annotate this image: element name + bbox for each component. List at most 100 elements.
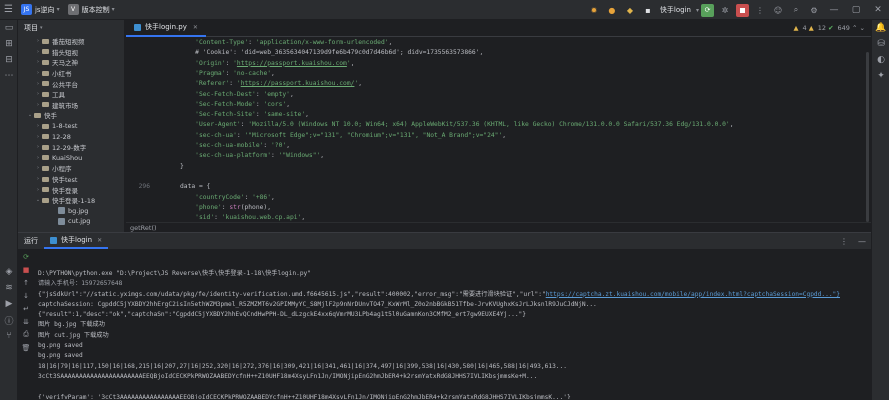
tree-item[interactable]: ⌄ 快手 xyxy=(18,110,124,121)
close-icon[interactable]: ✕ xyxy=(97,237,102,244)
chevron-down-icon[interactable]: ⌄ xyxy=(34,197,42,203)
code-line[interactable]: 'Origin': 'https://passport.kuaishou.com… xyxy=(126,59,866,69)
tree-item[interactable]: › 快手test xyxy=(18,174,124,185)
bug-icon[interactable]: ✹ xyxy=(587,3,601,17)
ai-assistant-icon[interactable]: ✦ xyxy=(872,68,889,84)
python-packages-icon[interactable]: ◈ xyxy=(0,264,18,280)
tab-kuaishou-login[interactable]: 快手login.py ✕ xyxy=(126,20,206,37)
chevron-right-icon[interactable]: › xyxy=(34,102,42,108)
inspection-widget[interactable]: ▲ 4 ▲ 12 ✔ 649 ⌃ ⌄ xyxy=(793,24,865,32)
chevron-right-icon[interactable]: › xyxy=(34,187,42,193)
project-name[interactable]: js逆向 xyxy=(35,5,55,15)
vcs-badge[interactable]: V xyxy=(67,4,79,15)
chevron-right-icon[interactable]: › xyxy=(34,70,42,76)
search-icon[interactable]: ⌕ xyxy=(789,3,803,17)
git-icon[interactable]: ⑂ xyxy=(0,328,18,344)
tree-item[interactable]: › 建筑市场 xyxy=(18,100,124,111)
tree-item[interactable]: › 12-28 xyxy=(18,131,124,142)
code-line[interactable]: 'countryCode': '+86', xyxy=(126,193,866,203)
chevron-right-icon[interactable]: › xyxy=(34,59,42,65)
tree-item[interactable]: › KuaiShou xyxy=(18,153,124,164)
editor-scrollbar[interactable] xyxy=(866,52,869,222)
run-config-selector[interactable]: 快手login xyxy=(660,5,691,15)
tree-item[interactable]: cut.jpg xyxy=(18,216,124,227)
code-line[interactable]: 'Sec-Fetch-Mode': 'cors', xyxy=(126,100,866,110)
code-line[interactable]: 'Sec-Fetch-Dest': 'empty', xyxy=(126,90,866,100)
console-output[interactable]: D:\PYTHON\python.exe "D:\Project\JS Reve… xyxy=(38,269,868,399)
wrap-icon[interactable]: ↵ xyxy=(18,302,34,315)
tree-item[interactable]: › 天马之神 xyxy=(18,57,124,68)
structure-icon[interactable]: ⊟ xyxy=(0,52,18,68)
tree-item[interactable]: › 快手登录 xyxy=(18,184,124,195)
python-icon[interactable]: ◆ xyxy=(623,3,637,17)
more-icon[interactable]: ⋮ xyxy=(753,3,767,17)
run-tab[interactable]: 快手login ✕ xyxy=(44,233,109,249)
chevron-right-icon[interactable]: › xyxy=(34,165,42,171)
settings-icon[interactable]: ⚙ xyxy=(807,3,821,17)
tree-item[interactable]: › 小红书 xyxy=(18,68,124,79)
chevron-down-icon[interactable]: ▾ xyxy=(40,25,43,31)
chevron-right-icon[interactable]: › xyxy=(34,144,42,150)
code-line[interactable]: 'sec-ch-ua-mobile': '?0', xyxy=(126,141,866,151)
trash-icon[interactable]: 🗑 xyxy=(18,341,34,354)
code-area[interactable]: 'Content-Type': 'application/x-www-form-… xyxy=(126,38,871,228)
tree-item[interactable]: › 工具 xyxy=(18,89,124,100)
tree-item[interactable]: ⌄ 快手登录-1-18 xyxy=(18,195,124,206)
notifications-icon[interactable]: 🔔 xyxy=(872,20,889,36)
arrow-up-icon[interactable]: ↑ xyxy=(18,276,34,289)
more-icon[interactable]: ⋯ xyxy=(0,68,18,84)
chevron-down-icon[interactable]: ⌄ xyxy=(860,24,865,32)
chevron-right-icon[interactable]: › xyxy=(34,176,42,182)
code-line[interactable]: 'phone': str(phone), xyxy=(126,203,866,213)
print-icon[interactable]: ⎙ xyxy=(18,328,34,341)
chevron-up-icon[interactable]: ⌃ xyxy=(852,24,857,32)
code-line[interactable]: 'Pragma': 'no-cache', xyxy=(126,69,866,79)
code-line[interactable]: # 'Cookie': 'did=web_3635634047139d9fe6b… xyxy=(126,48,866,58)
console-link[interactable]: https://captcha.zt.kuaishou.com/mobile/a… xyxy=(546,291,840,298)
chevron-right-icon[interactable]: › xyxy=(34,155,42,161)
code-line[interactable] xyxy=(126,172,866,182)
rerun-icon[interactable]: ⟳ xyxy=(18,250,34,263)
chevron-right-icon[interactable]: › xyxy=(34,49,42,55)
problems-icon[interactable]: ⓘ xyxy=(0,312,18,328)
vcs-name[interactable]: 版本控制 xyxy=(82,5,110,15)
tree-item[interactable]: › 番茄短视频 xyxy=(18,36,124,47)
chevron-right-icon[interactable]: › xyxy=(34,91,42,97)
minimize-panel-icon[interactable]: — xyxy=(858,237,866,246)
chevron-right-icon[interactable]: › xyxy=(34,38,42,44)
terminal-icon[interactable]: ▶ xyxy=(0,296,18,312)
stop-button[interactable] xyxy=(736,3,749,17)
stop-icon[interactable]: ■ xyxy=(18,263,34,276)
folder-icon[interactable]: ▭ xyxy=(0,20,18,36)
more-icon[interactable]: ⋮ xyxy=(840,237,848,246)
database-icon[interactable]: ⛁ xyxy=(872,36,889,52)
main-menu-icon[interactable]: ☰ xyxy=(0,4,17,15)
code-line[interactable]: 'sec-ch-ua': '"Microsoft Edge";v="131", … xyxy=(126,131,866,141)
user-icon[interactable]: ☺ xyxy=(771,3,785,17)
code-line[interactable]: } xyxy=(126,162,866,172)
code-line[interactable]: 296 data = { xyxy=(126,182,866,192)
tree-item[interactable]: › 1-8-test xyxy=(18,121,124,132)
sciview-icon[interactable]: ◐ xyxy=(872,52,889,68)
code-line[interactable]: 'sec-ch-ua-platform': '"Windows"', xyxy=(126,151,866,161)
tree-item[interactable]: › 小程序 xyxy=(18,163,124,174)
breadcrumb[interactable]: getRet() xyxy=(126,222,871,232)
layers-icon[interactable]: ≋ xyxy=(0,280,18,296)
rerun-button[interactable]: ⟳ xyxy=(701,3,714,17)
debug-icon[interactable]: ✲ xyxy=(718,3,732,17)
maximize-button[interactable]: ▢ xyxy=(845,5,867,15)
code-line[interactable]: 'Content-Type': 'application/x-www-form-… xyxy=(126,38,866,48)
arrow-down-icon[interactable]: ↓ xyxy=(18,289,34,302)
scroll-end-icon[interactable]: ⇊ xyxy=(18,315,34,328)
chevron-right-icon[interactable]: › xyxy=(34,123,42,129)
project-panel-header[interactable]: 项目 ▾ xyxy=(18,20,124,36)
lock-icon[interactable]: ● xyxy=(605,3,619,17)
chevron-right-icon[interactable]: › xyxy=(34,134,42,140)
close-icon[interactable]: ✕ xyxy=(193,24,198,31)
project-badge[interactable]: JS xyxy=(20,4,32,15)
plugins-icon[interactable]: ⊞ xyxy=(0,36,18,52)
minimize-button[interactable]: — xyxy=(823,5,845,15)
code-line[interactable]: 'User-Agent': 'Mozilla/5.0 (Windows NT 1… xyxy=(126,120,866,130)
tree-item[interactable]: › 12-29-数字 xyxy=(18,142,124,153)
chevron-down-icon[interactable]: ▾ xyxy=(112,6,115,13)
